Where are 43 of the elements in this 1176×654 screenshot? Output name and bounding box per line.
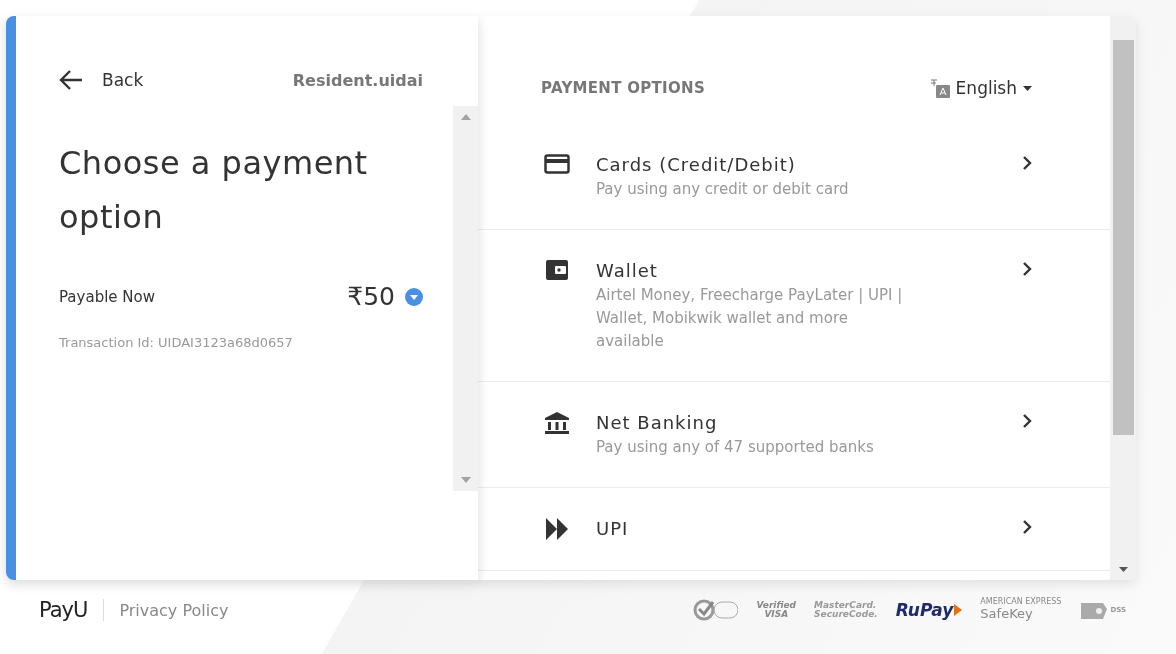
scroll-bar[interactable] bbox=[453, 106, 478, 491]
mastercard-securecode-logo: MasterCard. SecureCode. bbox=[814, 600, 878, 620]
caret-icon bbox=[1023, 85, 1032, 91]
chevron-right-icon bbox=[1022, 414, 1032, 428]
scroll-down-icon bbox=[460, 477, 471, 483]
section-heading: PAYMENT OPTIONS bbox=[541, 79, 705, 97]
norton-seal-icon bbox=[692, 598, 739, 622]
dropdown-icon[interactable] bbox=[405, 287, 423, 306]
option-title: Cards (Credit/Debit) bbox=[596, 153, 797, 177]
scroll-down-icon bbox=[1118, 567, 1128, 572]
language-selector[interactable]: English bbox=[929, 78, 1032, 98]
chevron-right-icon bbox=[1022, 520, 1032, 534]
option-title: UPI bbox=[596, 517, 630, 541]
option-description: Airtel Money, Freecharge PayLater | UPI | Wallet, Mobikwik wallet and more available bbox=[596, 285, 904, 352]
option-title: Net Banking bbox=[596, 411, 719, 435]
rupay-logo: RuPay bbox=[895, 600, 963, 620]
double-arrow-icon bbox=[546, 518, 568, 540]
page-title: Choose a payment option bbox=[59, 143, 369, 238]
payment-option[interactable]: Cards (Credit/Debit) Pay using any credit or debit card bbox=[478, 124, 1110, 230]
merchant-name: Resident.uidai bbox=[292, 70, 423, 90]
verified-visa-logo: Verified VISA bbox=[756, 600, 797, 620]
option-title: Wallet bbox=[596, 259, 659, 283]
option-description: Pay using any of 47 supported banks bbox=[596, 437, 875, 458]
back-arrow-icon bbox=[59, 68, 84, 92]
pci-shield-icon bbox=[1079, 601, 1108, 619]
amount: ₹50 bbox=[347, 282, 395, 311]
payment-option[interactable]: UPI bbox=[478, 488, 1110, 571]
chevron-right-icon bbox=[1022, 156, 1032, 170]
payment-option[interactable]: Net Banking Pay using any of 47 supported banks bbox=[478, 382, 1110, 488]
payable-label: Payable Now bbox=[59, 287, 155, 306]
transaction-id: Transaction Id: UIDAI3123a68d0657 bbox=[59, 335, 294, 350]
translate-icon bbox=[929, 78, 950, 98]
bank-icon bbox=[545, 412, 569, 434]
payu-logo: PayU bbox=[39, 599, 105, 621]
scroll-up-icon bbox=[460, 114, 471, 120]
scroll-bar[interactable] bbox=[1110, 16, 1136, 580]
privacy-policy-link[interactable]: Privacy Policy bbox=[119, 600, 229, 620]
wallet-icon bbox=[546, 260, 568, 280]
card-icon bbox=[544, 154, 570, 174]
chevron-right-icon bbox=[1022, 262, 1032, 276]
back-button[interactable]: Back bbox=[59, 68, 144, 92]
option-description: Pay using any credit or debit card bbox=[596, 179, 850, 200]
safekey-logo: AMERICAN EXPRESS SafeKey bbox=[980, 598, 1062, 622]
